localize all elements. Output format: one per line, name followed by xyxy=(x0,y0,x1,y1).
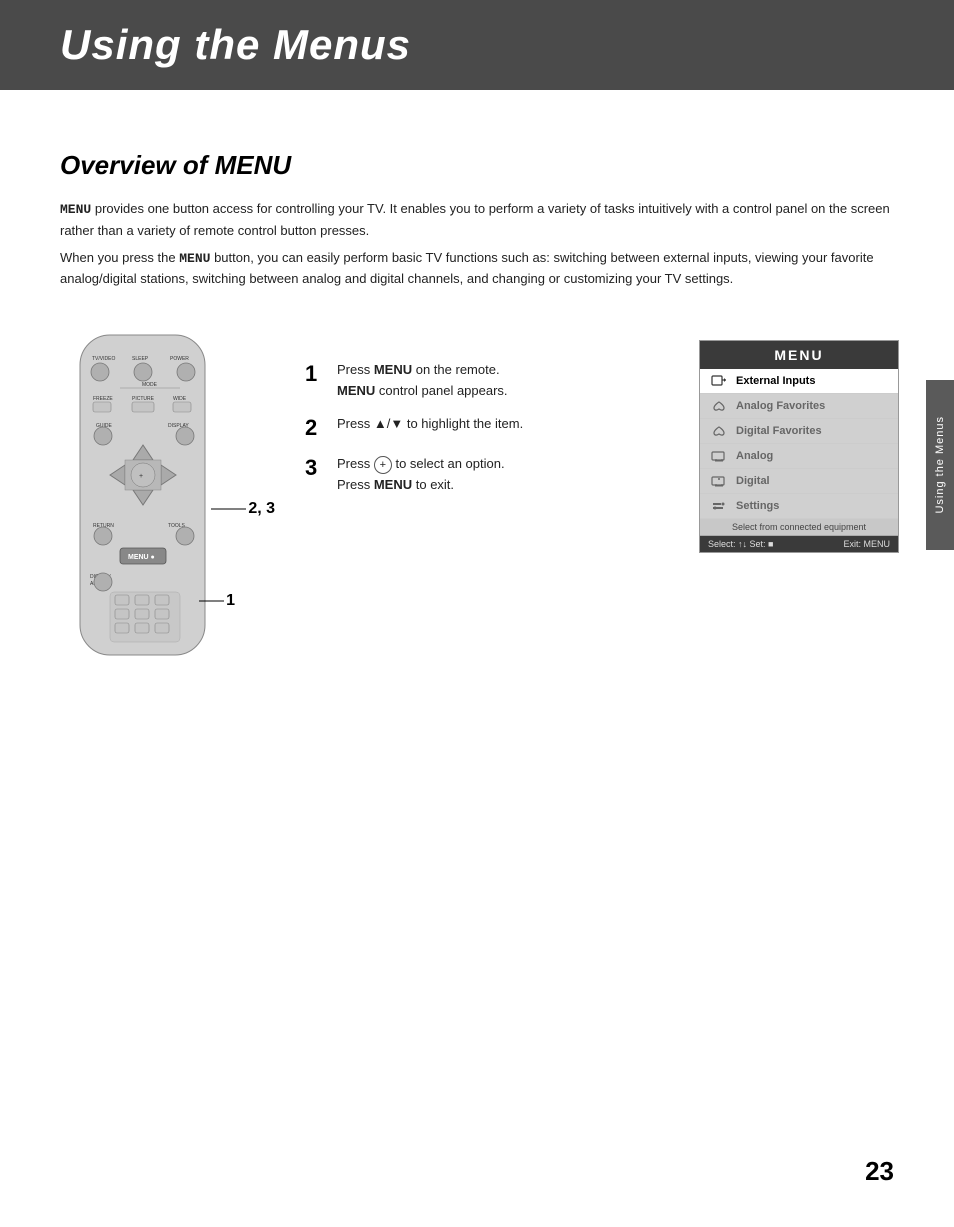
menu-item-analog: Analog xyxy=(700,444,898,469)
menu-item-external-inputs: External Inputs xyxy=(700,369,898,394)
svg-text:MODE: MODE xyxy=(142,382,158,388)
overview-text-1: provides one button access for controlli… xyxy=(60,201,890,238)
svg-text:FREEZE: FREEZE xyxy=(93,396,113,402)
menu-item-external-inputs-label: External Inputs xyxy=(736,375,815,387)
menu-item-settings-label: Settings xyxy=(736,500,779,512)
analog-favorites-icon xyxy=(710,399,728,413)
menu-item-analog-favorites: Analog Favorites xyxy=(700,394,898,419)
keyword-menu-step1: MENU xyxy=(374,362,412,377)
menu-item-digital-favorites-label: Digital Favorites xyxy=(736,425,822,437)
svg-text:WIDE: WIDE xyxy=(173,396,187,402)
keyword-menu-exit: MENU xyxy=(374,477,412,492)
remote-svg: TV/VIDEO SLEEP POWER MODE FREEZE PICTURE… xyxy=(60,330,225,660)
step-1-text: Press MENU on the remote. MENU control p… xyxy=(337,360,508,402)
menu-item-digital: Digital xyxy=(700,469,898,494)
step-label-2-3: 2, 3 xyxy=(248,500,275,518)
page-title: Using the Menus xyxy=(60,21,411,69)
overview-paragraph-2: When you press the MENU button, you can … xyxy=(60,248,899,291)
svg-text:SLEEP: SLEEP xyxy=(132,356,149,362)
step-1-row: 1 Press MENU on the remote. MENU control… xyxy=(305,360,669,402)
arrow-down-icon: ▼ xyxy=(390,416,403,431)
svg-text:MENU ●: MENU ● xyxy=(128,554,155,561)
main-content: Overview of MENU MENU provides one butto… xyxy=(0,90,954,705)
svg-text:TV/VIDEO: TV/VIDEO xyxy=(92,356,115,362)
keyword-menu-2: MENU xyxy=(179,251,210,266)
analog-icon xyxy=(710,449,728,463)
digital-favorites-icon xyxy=(710,424,728,438)
keyword-menu-1: MENU xyxy=(60,202,91,217)
step-label-1: 1 xyxy=(226,592,235,610)
arrow-up-icon: ▲ xyxy=(374,416,387,431)
menu-screenshot: MENU External Inputs xyxy=(699,340,899,553)
menu-item-settings: Settings xyxy=(700,494,898,519)
menu-item-analog-favorites-label: Analog Favorites xyxy=(736,400,825,412)
menu-nav-exit: Exit: MENU xyxy=(843,539,890,549)
step-label-1-container: 1 xyxy=(199,592,235,610)
step-2-row: 2 Press ▲/▼ to highlight the item. xyxy=(305,414,669,443)
menu-footer-text: Select from connected equipment xyxy=(700,519,898,536)
step-2-text: Press ▲/▼ to highlight the item. xyxy=(337,414,523,435)
menu-nav-bar: Select: ↑↓ Set: ■ Exit: MENU xyxy=(700,536,898,552)
svg-text:PICTURE: PICTURE xyxy=(132,396,155,402)
input-icon xyxy=(710,374,728,388)
svg-text:+: + xyxy=(139,473,143,480)
page-number: 23 xyxy=(865,1156,894,1187)
menu-item-analog-label: Analog xyxy=(736,450,773,462)
header-bar: Using the Menus xyxy=(0,0,954,90)
instructions: 1 Press MENU on the remote. MENU control… xyxy=(275,330,669,508)
step-3-text: Press + to select an option. Press MENU … xyxy=(337,454,505,496)
menu-box: MENU External Inputs xyxy=(699,340,899,553)
step-3-row: 3 Press + to select an option. Press MEN… xyxy=(305,454,669,496)
center-button-icon: + xyxy=(374,456,392,474)
settings-icon xyxy=(710,499,728,513)
remote-container: TV/VIDEO SLEEP POWER MODE FREEZE PICTURE… xyxy=(60,330,245,665)
keyword-menu-step1b: MENU xyxy=(337,383,375,398)
menu-nav-select: Select: ↑↓ Set: ■ xyxy=(708,539,773,549)
step-1-number: 1 xyxy=(305,360,327,389)
step-2-number: 2 xyxy=(305,414,327,443)
menu-title: MENU xyxy=(700,341,898,369)
digital-icon xyxy=(710,474,728,488)
menu-item-digital-label: Digital xyxy=(736,475,770,487)
overview-paragraph-1: MENU provides one button access for cont… xyxy=(60,199,899,242)
svg-text:POWER: POWER xyxy=(170,356,189,362)
step-3-number: 3 xyxy=(305,454,327,483)
side-tab-label: Using the Menus xyxy=(934,416,946,514)
step-label-2-3-container: 2, 3 xyxy=(211,500,275,518)
side-tab: Using the Menus xyxy=(926,380,954,550)
menu-item-digital-favorites: Digital Favorites xyxy=(700,419,898,444)
overview-title: Overview of MENU xyxy=(60,150,899,181)
diagram-area: TV/VIDEO SLEEP POWER MODE FREEZE PICTURE… xyxy=(60,330,899,665)
overview-text-2a: When you press the xyxy=(60,250,179,265)
